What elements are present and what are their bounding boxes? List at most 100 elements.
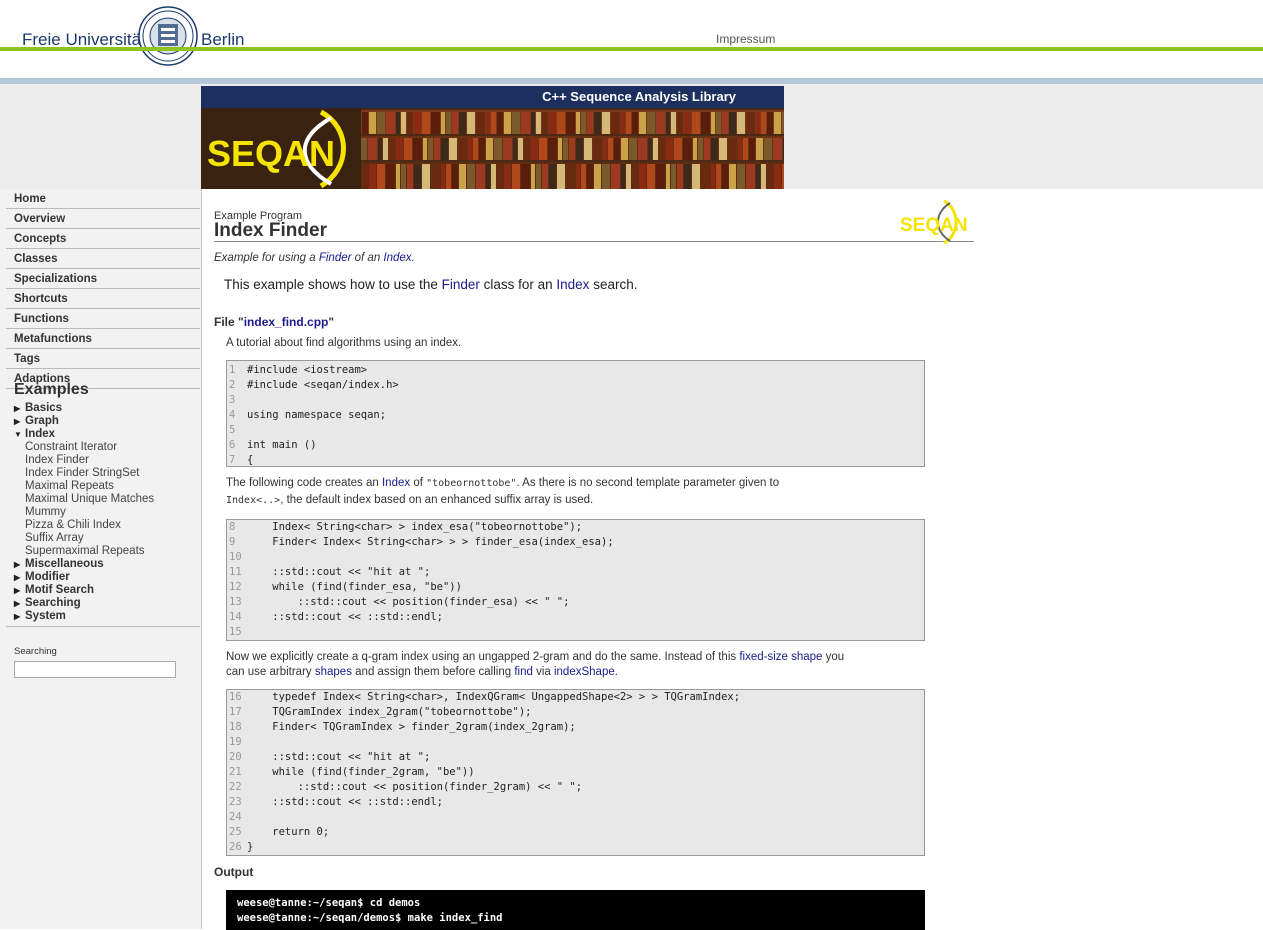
book-spine [441,138,448,160]
example-category-basics[interactable]: ▶ Basics [14,402,199,415]
nav-item-tags[interactable]: Tags [6,350,200,369]
nav-item-shortcuts[interactable]: Shortcuts [6,290,200,309]
book-spine [512,112,520,134]
example-link[interactable]: Suffix Array [14,532,199,545]
search-input[interactable] [14,661,176,678]
example-category-graph[interactable]: ▶ Graph [14,415,199,428]
line-number: 6 [229,439,236,451]
book-spine [656,164,665,189]
fixed-size-shape-link[interactable]: fixed-size shape [739,651,822,663]
index-link[interactable]: Index [382,477,410,489]
code-line: 23 ::std::cout << ::std::endl; [227,795,924,810]
triangle-right-icon[interactable]: ▶ [14,558,25,571]
nav-item-metafunctions[interactable]: Metafunctions [6,330,200,349]
book-spine [693,138,697,160]
book-spine [396,138,403,160]
line-number: 8 [229,521,236,533]
examples-heading[interactable]: Examples [14,381,89,399]
find-link[interactable]: find [514,666,533,678]
code-text: int main () [247,439,317,451]
example-category-label[interactable]: System [25,610,66,623]
book-spine [614,138,620,160]
nav-item-classes[interactable]: Classes [6,250,200,269]
example-link[interactable]: Mummy [14,506,199,519]
triangle-right-icon[interactable]: ▶ [14,584,25,597]
example-link[interactable]: Maximal Repeats [14,480,199,493]
page-title: Index Finder [214,220,327,241]
example-category-label[interactable]: Basics [25,402,62,415]
example-category-label[interactable]: Modifier [25,571,70,584]
file-link[interactable]: index_find.cpp [244,315,329,329]
nav-item-concepts[interactable]: Concepts [6,230,200,249]
impressum-link[interactable]: Impressum [716,32,775,46]
book-spine [722,112,728,134]
book-spine [396,112,400,134]
example-category-label[interactable]: Miscellaneous [25,558,104,571]
example-link[interactable]: Index Finder StringSet [14,467,199,480]
book-spine [504,164,511,189]
book-spine [452,112,458,134]
example-category-label[interactable]: Motif Search [25,584,94,597]
book-spine [764,138,772,160]
book-spine [539,138,547,160]
code-line: 22 ::std::cout << position(finder_2gram)… [227,780,924,795]
example-link[interactable]: Constraint Iterator [14,441,199,454]
example-link[interactable]: Index Finder [14,454,199,467]
triangle-right-icon[interactable]: ▶ [14,610,25,623]
para-text: of [410,477,427,489]
example-link[interactable]: Supermaximal Repeats [14,545,199,558]
triangle-right-icon[interactable]: ▶ [14,571,25,584]
example-category-motif-search[interactable]: ▶ Motif Search [14,584,199,597]
book-spine [704,138,710,160]
book-spine [728,138,737,160]
index-link[interactable]: Index [556,277,589,292]
book-spine [491,112,496,134]
para-text: via [532,666,554,678]
book-spine [701,112,710,134]
line-number: 12 [229,581,242,593]
file-heading-text: " [328,315,335,329]
example-link[interactable]: Pizza & Chili Index [14,519,199,532]
triangle-down-icon[interactable]: ▼ [14,428,25,441]
example-category-modifier[interactable]: ▶ Modifier [14,571,199,584]
book-spine [414,112,421,134]
code-line: 10 [227,550,924,565]
book-spine [677,164,683,189]
code-line: 14 ::std::cout << ::std::endl; [227,610,924,625]
code-block-1: 1 #include <iostream> 2 #include <seqan/ind… [226,360,925,467]
example-category-system[interactable]: ▶ System [14,610,199,623]
example-category-label[interactable]: Index [25,428,55,441]
nav-item-specializations[interactable]: Specializations [6,270,200,289]
example-category-label[interactable]: Graph [25,415,59,428]
nav-item-home[interactable]: Home [6,190,200,209]
index-link[interactable]: Index [383,252,411,264]
example-category-label[interactable]: Searching [25,597,81,610]
book-spine [638,138,647,160]
university-seal-icon[interactable] [138,6,198,66]
seqan-small-logo-icon: SEQAN [900,199,968,245]
code-line: 1 #include <iostream> [227,363,924,378]
example-link[interactable]: Maximal Unique Matches [14,493,199,506]
nav-item-overview[interactable]: Overview [6,210,200,229]
example-category-index[interactable]: ▼ Index [14,428,199,441]
finder-link[interactable]: Finder [319,252,352,264]
title-divider [214,241,974,242]
triangle-right-icon[interactable]: ▶ [14,415,25,428]
index-shape-link[interactable]: indexShape [554,666,615,678]
code-line: 8 Index< String<char> > index_esa("tobeo… [227,520,924,535]
book-spine [761,112,766,134]
finder-link[interactable]: Finder [442,277,480,292]
example-category-searching[interactable]: ▶ Searching [14,597,199,610]
book-spine [711,112,715,134]
code-text: { [247,454,254,466]
example-category-miscellaneous[interactable]: ▶ Miscellaneous [14,558,199,571]
code-line: 25 return 0; [227,825,924,840]
shapes-link[interactable]: shapes [315,666,352,678]
nav-item-functions[interactable]: Functions [6,310,200,329]
triangle-right-icon[interactable]: ▶ [14,402,25,415]
book-spine [666,138,673,160]
triangle-right-icon[interactable]: ▶ [14,597,25,610]
